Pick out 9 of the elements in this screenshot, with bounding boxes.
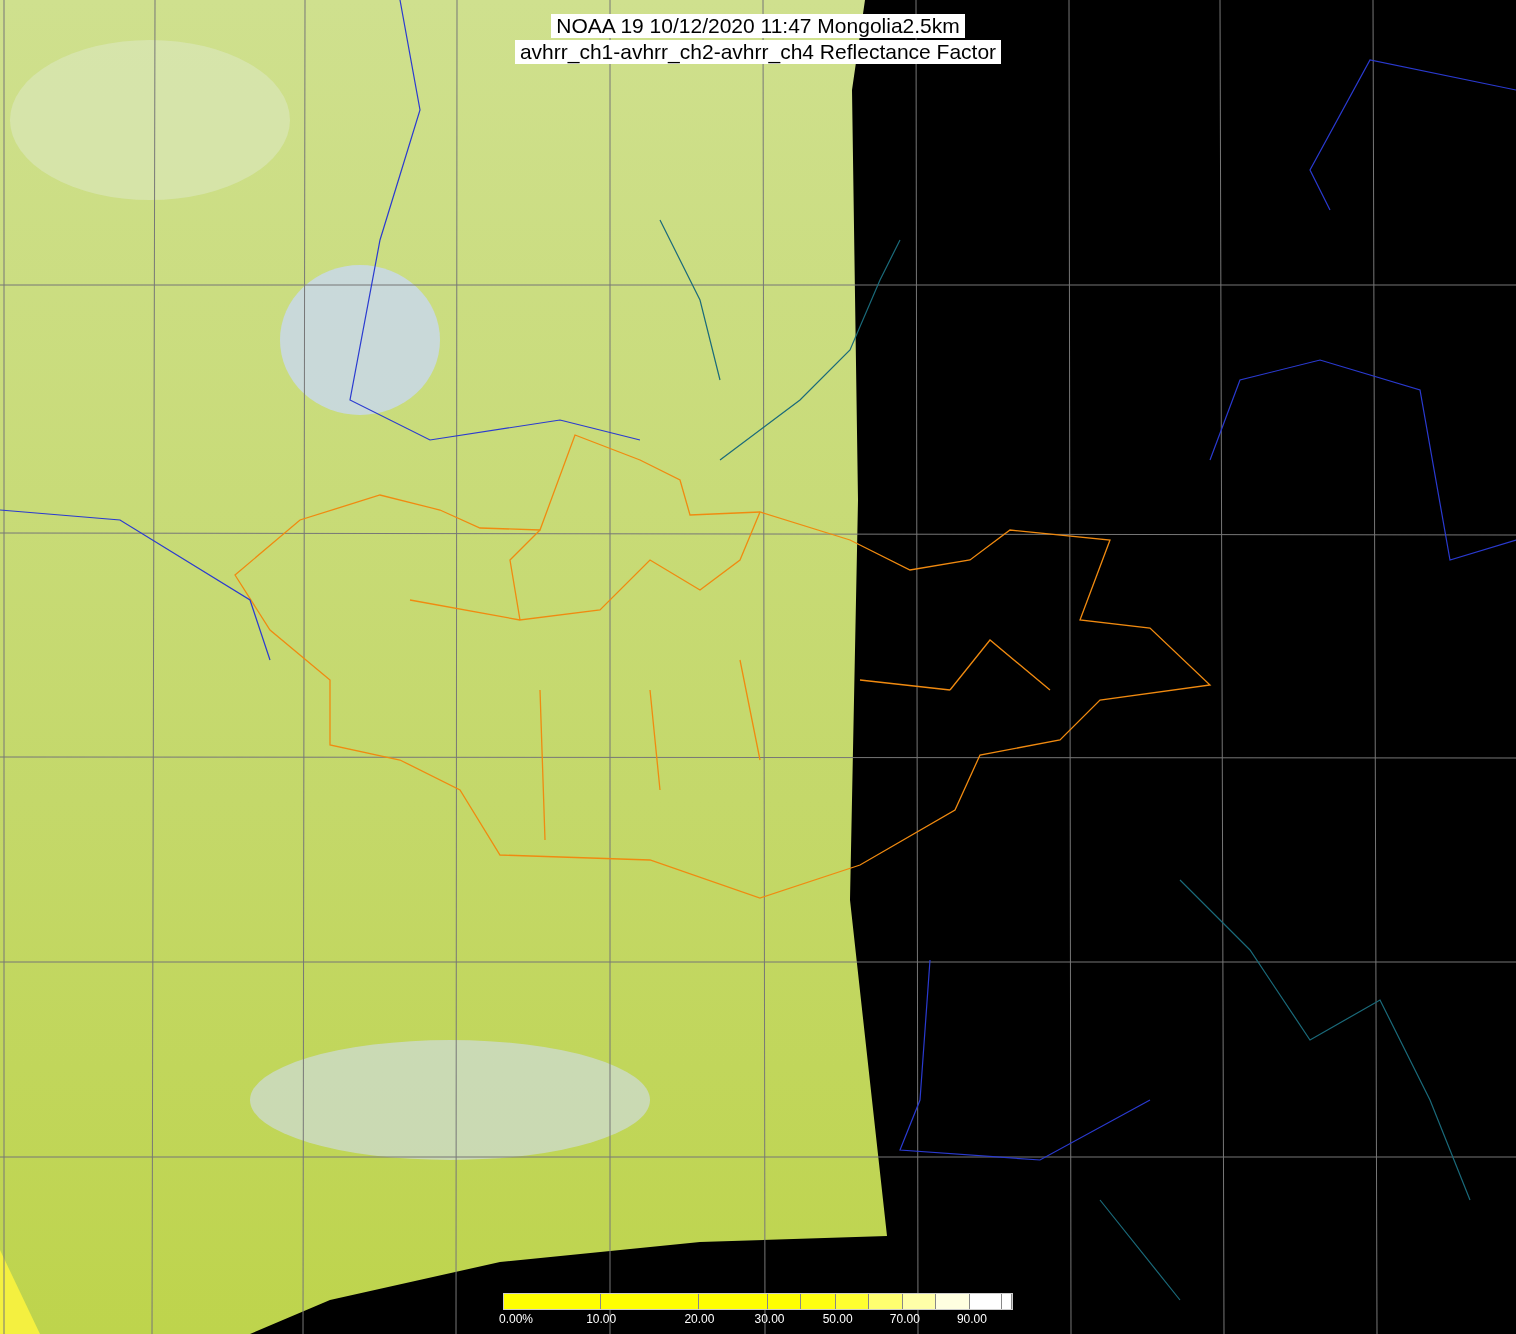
chart-title: NOAA 19 10/12/2020 11:47 Mongolia2.5km [551,14,965,38]
scale-label: 20.00 [684,1312,715,1326]
scale-label: 70.00 [889,1312,920,1326]
scale-label: 10.00 [586,1312,617,1326]
chart-subtitle: avhrr_ch1-avhrr_ch2-avhrr_ch4 Reflectance Factor [514,40,1002,64]
scale-label: 30.00 [754,1312,785,1326]
scale-label: 90.00 [956,1312,987,1326]
scale-label: 50.00 [822,1312,853,1326]
scale-label: 0.00% [499,1312,534,1326]
